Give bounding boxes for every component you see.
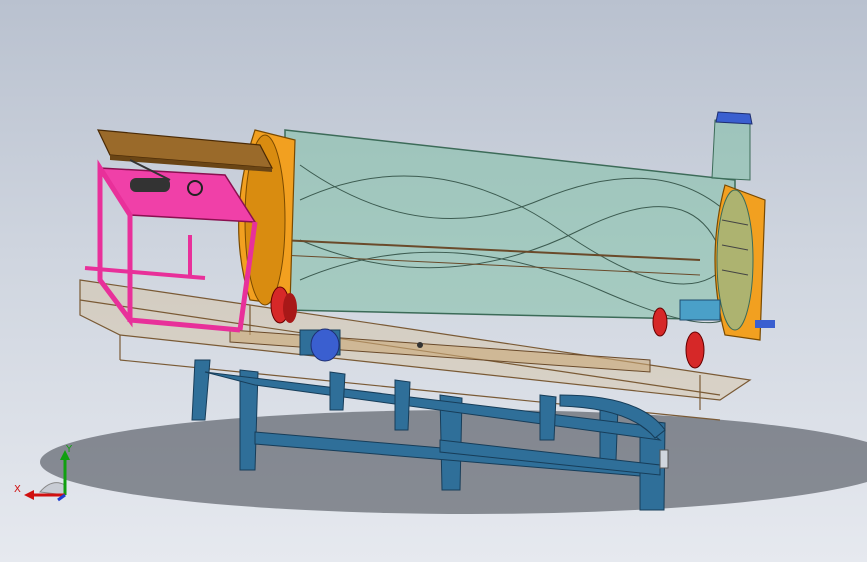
triad-y-label: Y bbox=[65, 444, 73, 455]
drum-end-ring-right bbox=[714, 184, 775, 341]
coordinate-triad-icon: Y X bbox=[14, 444, 73, 502]
rotary-drum-assembly-model[interactable] bbox=[0, 0, 867, 562]
exhaust-chimney bbox=[711, 111, 753, 181]
drum-body bbox=[279, 129, 736, 324]
cad-viewport[interactable]: Y X bbox=[0, 0, 867, 562]
triad-x-label: X bbox=[14, 484, 21, 495]
